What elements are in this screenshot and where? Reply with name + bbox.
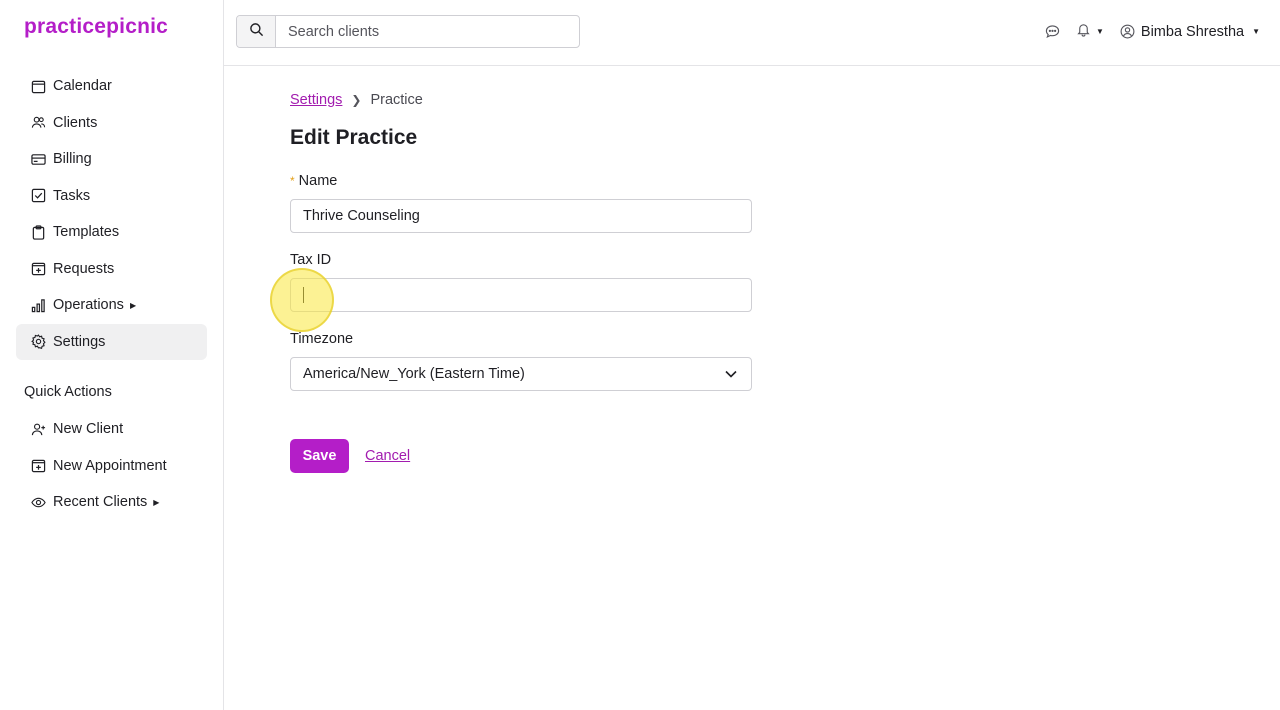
breadcrumb-current: Practice (370, 92, 423, 108)
sidebar-item-label: Clients (53, 114, 98, 131)
form-actions: Save Cancel (290, 439, 760, 473)
quick-action-new-appointment[interactable]: New Appointment (16, 448, 207, 484)
caret-right-icon: ▶ (129, 300, 137, 310)
search-button[interactable] (237, 16, 276, 47)
bar-chart-icon (31, 298, 46, 313)
name-label: * Name (290, 173, 760, 189)
sidebar-item-requests[interactable]: Requests (16, 251, 207, 287)
notifications-dropdown[interactable]: ▼ (1076, 22, 1104, 41)
sidebar-item-billing[interactable]: Billing (16, 141, 207, 177)
search-input[interactable] (276, 16, 579, 47)
plus-square-icon (31, 261, 46, 276)
quick-action-label: New Appointment (53, 457, 167, 474)
search-icon (249, 22, 264, 42)
timezone-field-group: Timezone America/New_York (Eastern Time) (290, 331, 760, 391)
sidebar-item-label: Requests (53, 260, 115, 277)
name-field-group: * Name Thrive Counseling (290, 173, 760, 233)
sidebar-item-templates[interactable]: Templates (16, 214, 207, 250)
checkbox-icon (31, 188, 46, 203)
breadcrumb: Settings ❯ Practice (290, 90, 760, 110)
gear-icon (31, 334, 46, 349)
sidebar-item-label: Settings (53, 333, 106, 350)
breadcrumb-settings-link[interactable]: Settings (290, 92, 342, 108)
quick-action-recent-clients[interactable]: Recent Clients ▶ (16, 484, 207, 520)
users-icon (31, 115, 46, 130)
top-bar: ▼ Bimba Shrestha ▼ (224, 0, 1280, 66)
taxid-label: Tax ID (290, 252, 332, 268)
sidebar-item-label: Tasks (53, 187, 91, 204)
sidebar-item-calendar[interactable]: Calendar (16, 68, 207, 104)
calendar-icon (31, 79, 46, 94)
timezone-label: Timezone (290, 331, 354, 347)
quick-actions-nav: New Client New Appointment Recent Client… (16, 411, 207, 521)
bell-icon (1076, 22, 1091, 41)
sidebar-item-clients[interactable]: Clients (16, 105, 207, 141)
clipboard-icon (31, 224, 46, 240)
taxid-field-group: Tax ID (290, 252, 760, 312)
sidebar-item-tasks[interactable]: Tasks (16, 178, 207, 214)
timezone-value: America/New_York (Eastern Time) (303, 366, 525, 382)
name-input-value: Thrive Counseling (303, 208, 420, 224)
eye-icon (31, 495, 46, 510)
quick-action-new-client[interactable]: New Client (16, 411, 207, 447)
main-content: Settings ❯ Practice Edit Practice * Name … (290, 90, 760, 473)
name-label-text: Name (298, 173, 338, 189)
sidebar-item-label: Templates (53, 224, 120, 240)
chat-icon[interactable] (1045, 24, 1060, 39)
chevron-right-icon: ❯ (351, 93, 362, 107)
sidebar-item-label: Operations (53, 297, 124, 313)
sidebar-item-operations[interactable]: Operations ▶ (16, 287, 207, 323)
app-logo[interactable]: practicepicnic (24, 15, 168, 39)
chevron-down-icon: ▼ (1252, 27, 1260, 36)
sidebar: practicepicnic Calendar Clients Billing … (0, 0, 224, 710)
quick-action-label: New Client (53, 421, 124, 437)
add-user-icon (31, 422, 46, 437)
taxid-input[interactable] (290, 278, 752, 312)
quick-action-label: Recent Clients (53, 494, 148, 510)
credit-card-icon (31, 152, 46, 167)
main-nav: Calendar Clients Billing Tasks Templates (16, 68, 207, 360)
plus-square-icon (31, 458, 46, 473)
user-menu[interactable]: Bimba Shrestha ▼ (1120, 24, 1260, 40)
chevron-down-icon (725, 370, 737, 378)
user-avatar-icon (1120, 24, 1135, 39)
page-title: Edit Practice (290, 126, 418, 149)
timezone-select[interactable]: America/New_York (Eastern Time) (290, 357, 752, 391)
save-button[interactable]: Save (290, 439, 349, 473)
chevron-down-icon: ▼ (1095, 27, 1104, 36)
sidebar-item-label: Calendar (53, 78, 112, 94)
top-right-controls: ▼ Bimba Shrestha ▼ (1029, 22, 1260, 41)
sidebar-item-settings[interactable]: Settings (16, 323, 207, 360)
name-input[interactable]: Thrive Counseling (290, 199, 752, 233)
search-box (236, 15, 580, 48)
quick-actions-title: Quick Actions (24, 384, 112, 400)
cancel-link[interactable]: Cancel (365, 448, 410, 464)
sidebar-item-label: Billing (53, 151, 92, 167)
text-cursor (303, 287, 304, 303)
required-indicator: * (290, 174, 295, 188)
caret-right-icon: ▶ (153, 497, 160, 507)
user-name: Bimba Shrestha (1140, 23, 1245, 40)
